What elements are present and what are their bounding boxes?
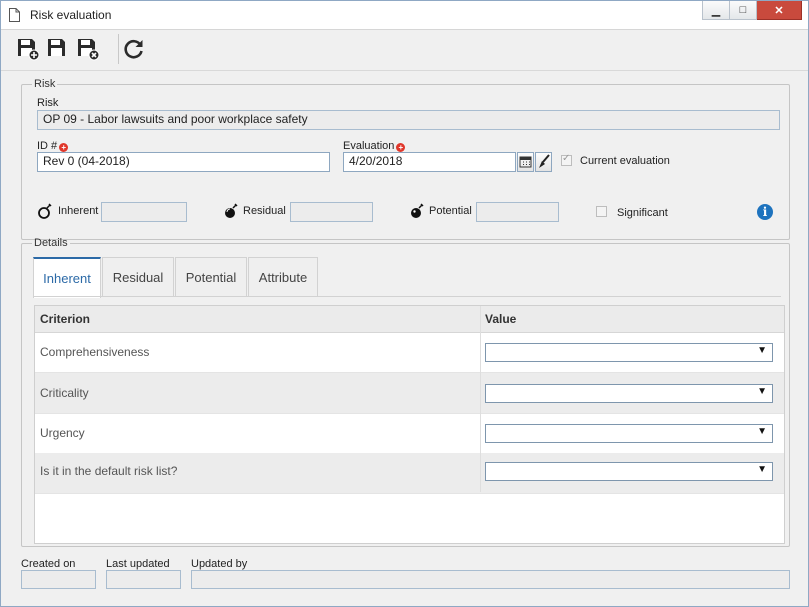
refresh-icon — [124, 39, 143, 59]
save-icon — [48, 39, 65, 56]
criterion-cell: Urgency — [40, 426, 85, 440]
calendar-button[interactable] — [517, 152, 534, 172]
dropdown-arrow-icon: ▼ — [757, 345, 767, 356]
save-new-button[interactable] — [16, 37, 40, 61]
inherent-label: Inherent — [58, 205, 99, 217]
form-content: Risk Risk OP 09 - Labor lawsuits and poo… — [1, 71, 808, 606]
table-row[interactable]: Criticality ▼ — [35, 373, 784, 414]
dropdown-arrow-icon: ▼ — [757, 464, 767, 475]
toolbar-separator — [118, 34, 119, 64]
current-evaluation-label: Current evaluation — [580, 155, 670, 167]
criterion-cell: Is it in the default risk list? — [40, 464, 178, 478]
table-row[interactable]: Comprehensiveness ▼ — [35, 332, 784, 373]
residual-risk-icon — [225, 203, 238, 218]
info-icon[interactable]: i — [757, 204, 773, 220]
risk-group-legend: Risk — [34, 78, 56, 90]
potential-risk-icon — [411, 203, 424, 218]
potential-label: Potential — [429, 205, 472, 217]
calendar-icon — [519, 156, 532, 168]
criterion-cell: Criticality — [40, 386, 89, 400]
document-icon — [9, 8, 20, 22]
criterion-cell: Comprehensiveness — [40, 345, 150, 359]
criteria-table: Criterion Value Comprehensiveness ▼ Crit… — [34, 305, 785, 544]
residual-field[interactable] — [290, 202, 373, 222]
table-header: Criterion Value — [35, 306, 784, 333]
dropdown-arrow-icon: ▼ — [757, 426, 767, 437]
id-label: ID # + — [37, 140, 69, 152]
column-criterion[interactable]: Criterion — [40, 312, 90, 326]
evaluation-date-field[interactable]: 4/20/2018 — [343, 152, 516, 172]
window-title: Risk evaluation — [30, 8, 112, 22]
inherent-risk-icon — [38, 203, 52, 219]
tab-inherent[interactable]: Inherent — [33, 257, 101, 298]
close-button[interactable]: ✕ — [757, 1, 802, 20]
value-select[interactable]: ▼ — [485, 343, 773, 362]
last-updated-label: Last updated — [106, 558, 170, 570]
updated-by-field[interactable] — [191, 570, 790, 589]
required-icon: + — [59, 143, 69, 152]
residual-label: Residual — [243, 205, 286, 217]
toolbar — [1, 30, 808, 71]
save-close-button[interactable] — [76, 37, 100, 61]
inherent-field[interactable] — [101, 202, 187, 222]
table-row[interactable]: Urgency ▼ — [35, 413, 784, 454]
value-select[interactable]: ▼ — [485, 424, 773, 443]
save-close-icon — [78, 39, 100, 61]
save-new-icon — [18, 39, 40, 61]
tab-residual[interactable]: Residual — [102, 257, 174, 297]
tab-underline — [33, 296, 781, 297]
brush-icon — [539, 154, 550, 168]
created-on-field[interactable] — [21, 570, 96, 589]
evaluation-label-text: Evaluation — [343, 140, 395, 152]
title-bar: Risk evaluation ▁ □ ✕ — [1, 1, 808, 30]
potential-field[interactable] — [476, 202, 559, 222]
column-value[interactable]: Value — [485, 312, 516, 326]
maximize-button[interactable]: □ — [730, 1, 757, 20]
details-group-legend: Details — [34, 237, 68, 249]
refresh-button[interactable] — [122, 37, 146, 61]
tab-potential[interactable]: Potential — [175, 257, 247, 297]
id-field[interactable]: Rev 0 (04-2018) — [37, 152, 330, 172]
evaluation-label: Evaluation + — [343, 140, 406, 152]
current-evaluation-checkbox[interactable] — [561, 153, 572, 166]
details-tabs: Inherent Residual Potential Attribute — [33, 257, 319, 298]
minimize-button[interactable]: ▁ — [702, 1, 730, 20]
updated-by-label: Updated by — [191, 558, 248, 570]
save-button[interactable] — [46, 37, 70, 61]
risk-label: Risk — [37, 97, 59, 109]
value-select[interactable]: ▼ — [485, 384, 773, 403]
value-select[interactable]: ▼ — [485, 462, 773, 481]
details-group: Details Inherent Residual Potential Attr… — [21, 237, 790, 547]
significant-checkbox[interactable] — [596, 206, 607, 217]
significant-label: Significant — [617, 207, 668, 219]
created-on-label: Created on — [21, 558, 76, 570]
risk-evaluation-window: Risk evaluation ▁ □ ✕ Risk Risk OP 09 - … — [0, 0, 809, 607]
column-divider — [480, 306, 481, 492]
table-row[interactable]: Is it in the default risk list? ▼ — [35, 453, 784, 494]
risk-field[interactable]: OP 09 - Labor lawsuits and poor workplac… — [37, 110, 780, 130]
dropdown-arrow-icon: ▼ — [757, 386, 767, 397]
id-label-text: ID # — [37, 140, 58, 152]
required-icon: + — [396, 143, 406, 152]
last-updated-field[interactable] — [106, 570, 181, 589]
clear-date-button[interactable] — [535, 152, 552, 172]
tab-attribute[interactable]: Attribute — [248, 257, 318, 297]
